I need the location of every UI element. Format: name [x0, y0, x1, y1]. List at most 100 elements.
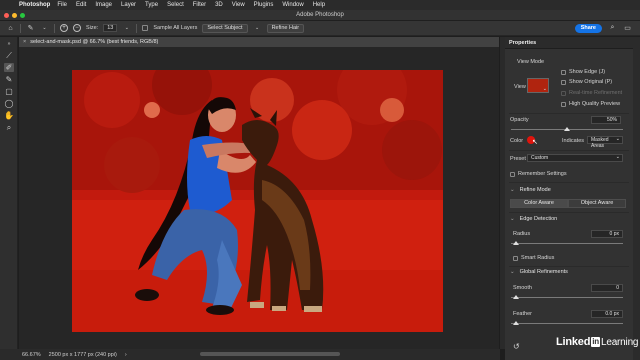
indicates-dropdown[interactable]: Masked Areas	[587, 136, 623, 149]
smooth-slider-thumb[interactable]	[513, 295, 519, 299]
document-dimensions: 2500 px x 1777 px (240 ppi)	[48, 351, 117, 358]
panel-dock-scrollbar[interactable]	[633, 37, 640, 360]
hand-tool-icon[interactable]: ✋	[4, 111, 14, 120]
show-original-label: Show Original (P)	[569, 79, 613, 85]
size-dropdown-icon[interactable]: ⌄	[122, 24, 131, 33]
mouse-pointer-icon: ↖	[532, 139, 538, 146]
subtract-from-selection-icon[interactable]: −	[73, 24, 81, 32]
menu-window[interactable]: Window	[282, 2, 303, 8]
opacity-slider-thumb[interactable]	[564, 127, 570, 131]
window-title: Adobe Photoshop	[296, 12, 344, 18]
radius-input[interactable]: 0 px	[591, 230, 623, 238]
menu-select[interactable]: Select	[167, 2, 184, 8]
properties-tab[interactable]: Properties	[505, 37, 633, 49]
refine-edge-brush-tool-icon[interactable]: ✐	[4, 63, 14, 72]
toolbar-collapse-icon[interactable]: »	[4, 40, 14, 49]
menu-plugins[interactable]: Plugins	[254, 2, 274, 8]
brush-preset-icon[interactable]: ✎	[26, 24, 35, 33]
search-icon[interactable]: ⌕	[608, 24, 617, 33]
app-menu[interactable]: Photoshop	[19, 2, 50, 8]
close-window-button[interactable]	[4, 13, 9, 18]
add-to-selection-icon[interactable]: +	[60, 24, 68, 32]
minimize-window-button[interactable]	[12, 13, 17, 18]
status-chevron-icon[interactable]: ›	[125, 352, 127, 358]
collapse-chevron-icon: ⌄	[510, 216, 515, 222]
show-edge-label: Show Edge (J)	[569, 69, 606, 75]
brush-tool-icon[interactable]: ✎	[4, 75, 14, 84]
select-subject-button[interactable]: Select Subject	[202, 23, 248, 33]
lasso-tool-icon[interactable]: ◯	[4, 99, 14, 108]
horizontal-scrollbar[interactable]	[200, 352, 340, 356]
view-mode-dropdown-icon: ⌄	[542, 86, 547, 92]
smooth-slider-track[interactable]	[511, 297, 623, 298]
show-edge-checkbox[interactable]	[561, 70, 566, 75]
feather-slider-track[interactable]	[511, 323, 623, 324]
high-quality-preview-checkbox[interactable]	[561, 102, 566, 107]
size-input[interactable]: 13	[103, 24, 118, 32]
object-aware-button[interactable]: Object Aware	[568, 199, 626, 208]
menu-view[interactable]: View	[232, 2, 245, 8]
remember-settings-label: Remember Settings	[518, 171, 567, 177]
global-refinements-section-header[interactable]: ⌄ Global Refinements	[510, 269, 568, 275]
workspace-icon[interactable]: ▭	[623, 24, 632, 33]
properties-title: Properties	[509, 40, 537, 46]
menu-3d[interactable]: 3D	[215, 2, 223, 8]
reset-icon[interactable]: ↺	[513, 342, 520, 351]
edge-detection-section-header[interactable]: ⌄ Edge Detection	[510, 216, 557, 222]
color-aware-button[interactable]: Color Aware	[510, 199, 568, 208]
divider	[136, 23, 138, 33]
divider	[509, 113, 629, 114]
preset-label: Preset	[510, 156, 526, 162]
radius-slider-thumb[interactable]	[513, 241, 519, 245]
menu-bar: Photoshop File Edit Image Layer Type Sel…	[0, 0, 640, 10]
feather-slider-thumb[interactable]	[513, 321, 519, 325]
divider	[509, 182, 629, 183]
object-selection-tool-icon[interactable]: ▢	[4, 87, 14, 96]
options-bar: ⌂ ✎ ⌄ + − Size: 13 ⌄ Sample All Layers S…	[0, 21, 640, 36]
document-tab[interactable]: × select-and-mask.psd @ 66.7% (best frie…	[19, 37, 499, 47]
watermark-linked: Linked	[556, 336, 591, 348]
watermark-learning: Learning	[600, 336, 639, 348]
zoom-window-button[interactable]	[20, 13, 25, 18]
menu-layer[interactable]: Layer	[121, 2, 136, 8]
zoom-tool-icon[interactable]: ⌕	[4, 123, 14, 132]
menu-help[interactable]: Help	[313, 2, 325, 8]
view-mode-header: View Mode	[517, 59, 545, 65]
refine-mode-section-header[interactable]: ⌄ Refine Mode	[510, 187, 551, 193]
menu-image[interactable]: Image	[95, 2, 112, 8]
sample-all-layers-checkbox[interactable]	[142, 25, 149, 31]
radius-slider-track[interactable]	[511, 243, 623, 244]
realtime-refinement-checkbox[interactable]	[561, 91, 566, 96]
high-quality-preview-label: High Quality Preview	[569, 101, 621, 107]
select-subject-mode-chevron-icon[interactable]: ⌄	[253, 24, 262, 33]
options-bar-right: Share ⌕ ▭	[574, 23, 640, 33]
refine-hair-button[interactable]: Refine Hair	[266, 23, 305, 33]
properties-panel: Properties View Mode View ⌄ Show Edge (J…	[505, 37, 633, 360]
show-original-checkbox[interactable]	[561, 80, 566, 85]
canvas-area[interactable]	[19, 47, 499, 349]
realtime-refinement-label: Real-time Refinement	[569, 90, 623, 96]
quick-selection-tool-icon[interactable]: ⟋	[4, 51, 14, 60]
close-document-icon[interactable]: ×	[23, 39, 26, 45]
menu-type[interactable]: Type	[145, 2, 158, 8]
photo-with-mask-overlay[interactable]	[72, 70, 443, 332]
menu-filter[interactable]: Filter	[193, 2, 206, 8]
brush-options-chevron-icon[interactable]: ⌄	[40, 24, 49, 33]
menu-edit[interactable]: Edit	[76, 2, 86, 8]
smooth-input[interactable]: 0	[591, 284, 623, 292]
divider	[509, 212, 629, 213]
smart-radius-checkbox[interactable]	[513, 256, 518, 261]
divider	[54, 23, 55, 33]
opacity-input[interactable]: 50%	[591, 116, 621, 124]
feather-input[interactable]: 0.0 px	[591, 310, 623, 318]
share-button[interactable]: Share	[574, 23, 602, 33]
menu-file[interactable]: File	[57, 2, 67, 8]
preset-dropdown[interactable]: Custom	[527, 154, 623, 162]
sample-all-layers-label: Sample All Layers	[153, 25, 198, 31]
divider	[509, 266, 629, 267]
remember-settings-checkbox[interactable]	[510, 172, 515, 177]
view-mode-thumbnail[interactable]: ⌄	[527, 78, 549, 93]
linkedin-learning-watermark: Linked in Learning	[556, 336, 638, 348]
home-icon[interactable]: ⌂	[6, 24, 15, 33]
zoom-level[interactable]: 66.67%	[22, 352, 41, 358]
